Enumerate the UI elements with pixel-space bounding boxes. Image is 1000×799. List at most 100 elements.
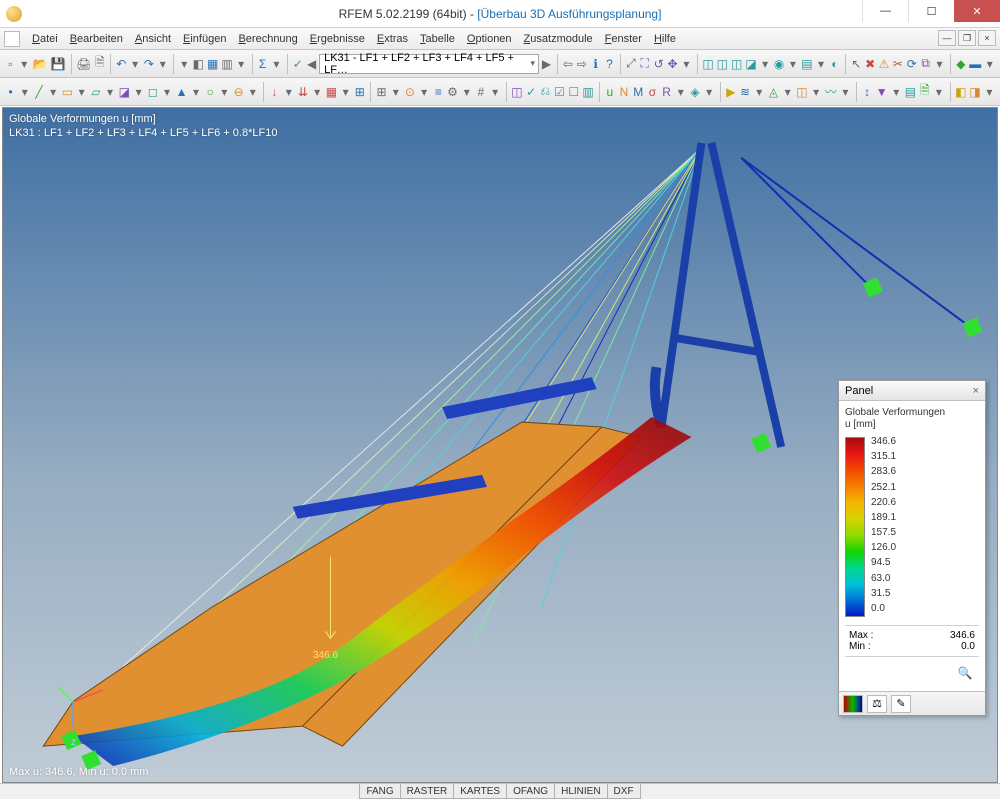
select-button[interactable]: ↖ [850, 53, 863, 75]
statusbar-dxf[interactable]: DXF [608, 784, 641, 799]
save-button[interactable]: 💾 [50, 53, 67, 75]
check4-button[interactable]: ☐ [567, 81, 580, 103]
opening-dropdown[interactable]: ▾ [160, 81, 173, 103]
undo-dropdown[interactable]: ▾ [129, 53, 142, 75]
mdi-restore-button[interactable]: ❐ [958, 30, 976, 46]
mdi-minimize-button[interactable]: — [938, 30, 956, 46]
zoom-window-button[interactable]: ⤢ [624, 53, 637, 75]
menu-bearbeiten[interactable]: Bearbeiten [64, 31, 129, 47]
section-result-dropdown[interactable]: ▾ [810, 81, 823, 103]
opening-button[interactable]: ◻ [146, 81, 159, 103]
node-dropdown[interactable]: ▾ [18, 81, 31, 103]
filter-dropdown[interactable]: ▾ [890, 81, 903, 103]
config-button[interactable]: ⚙ [446, 81, 459, 103]
results-r-button[interactable]: R [660, 81, 673, 103]
filter-button[interactable]: ▼ [875, 81, 889, 103]
diagram-button[interactable]: ▤ [904, 81, 917, 103]
results-n-button[interactable]: N [617, 81, 630, 103]
menu-zusatzmodule[interactable]: Zusatzmodule [518, 31, 599, 47]
print-preview-button[interactable]: 🗎 [93, 53, 106, 75]
line-load-button[interactable]: ⇊ [296, 81, 309, 103]
print-button[interactable]: 🖨 [75, 53, 92, 75]
view-x-button[interactable]: ◫ [701, 53, 714, 75]
solid-dropdown[interactable]: ▾ [132, 81, 145, 103]
snap-dropdown[interactable]: ▾ [418, 81, 431, 103]
contour-dropdown[interactable]: ▾ [753, 81, 766, 103]
render-button[interactable]: ◉ [773, 53, 786, 75]
menu-ergebnisse[interactable]: Ergebnisse [304, 31, 371, 47]
undo-button[interactable]: ↶ [115, 53, 128, 75]
navigator-button[interactable]: ◧ [192, 53, 205, 75]
member-dropdown[interactable]: ▾ [75, 81, 88, 103]
open-button[interactable]: 📂 [32, 53, 49, 75]
print-result-dropdown[interactable]: ▾ [932, 81, 945, 103]
view-z-button[interactable]: ◫ [730, 53, 743, 75]
load-dropdown[interactable]: ▾ [282, 81, 295, 103]
menu-fenster[interactable]: Fenster [599, 31, 648, 47]
panel-dropdown[interactable]: ▾ [235, 53, 248, 75]
results-dropdown[interactable]: ▾ [674, 81, 687, 103]
delete-button[interactable]: ✖ [864, 53, 877, 75]
iso-button[interactable]: ◬ [767, 81, 780, 103]
iso-dropdown[interactable]: ▾ [781, 81, 794, 103]
menu-optionen[interactable]: Optionen [461, 31, 518, 47]
calculate-button[interactable]: Σ [256, 53, 269, 75]
menu-extras[interactable]: Extras [371, 31, 414, 47]
redo-dropdown[interactable]: ▾ [156, 53, 169, 75]
material-button[interactable]: ◆ [954, 53, 967, 75]
results-on-button[interactable]: ✓ [291, 53, 304, 75]
render-dropdown[interactable]: ▾ [786, 53, 799, 75]
panel-zoom-button[interactable]: 🔍 [955, 663, 975, 683]
view-y-button[interactable]: ◫ [716, 53, 729, 75]
surface-dropdown[interactable]: ▾ [103, 81, 116, 103]
statusbar-kartes[interactable]: KARTES [454, 784, 507, 799]
results-u-button[interactable]: u [603, 81, 616, 103]
module-button[interactable]: ◧ [954, 81, 967, 103]
check-button[interactable]: ✓ [525, 81, 538, 103]
load-button[interactable]: ↓ [268, 81, 281, 103]
menu-datei[interactable]: Datei [26, 31, 64, 47]
help-button[interactable]: ? [603, 53, 616, 75]
prev-loadcase-button[interactable]: ◀ [305, 53, 318, 75]
calculate-dropdown[interactable]: ▾ [270, 53, 283, 75]
panel-close-button[interactable]: × [973, 385, 979, 397]
line-button[interactable]: ╱ [32, 81, 45, 103]
view-iso-button[interactable]: ◪ [744, 53, 757, 75]
zoom-all-button[interactable]: ⛶ [638, 53, 651, 75]
solid-button[interactable]: ◪ [118, 81, 131, 103]
new-doc-button[interactable]: ▫ [4, 53, 17, 75]
section-result-button[interactable]: ◫ [795, 81, 808, 103]
module2-button[interactable]: ◨ [968, 81, 981, 103]
nav-next-button[interactable]: ⇨ [575, 53, 588, 75]
window-list-button[interactable]: ▾ [178, 53, 191, 75]
wireframe-dropdown[interactable]: ▾ [815, 53, 828, 75]
hinge-dropdown[interactable]: ▾ [218, 81, 231, 103]
support-button[interactable]: ▲ [175, 81, 189, 103]
print-result-button[interactable]: 🗎 [918, 81, 931, 103]
layer-button[interactable]: ≡ [432, 81, 445, 103]
area-load-button[interactable]: ▦ [325, 81, 338, 103]
release-button[interactable]: ⊖ [232, 81, 245, 103]
rotate-dropdown[interactable]: ▾ [680, 53, 693, 75]
rotate-obj-button[interactable]: ⟳ [905, 53, 918, 75]
section-button[interactable]: ▬ [968, 53, 982, 75]
mdi-close-button[interactable]: × [978, 30, 996, 46]
menu-ansicht[interactable]: Ansicht [129, 31, 177, 47]
units-dropdown[interactable]: ▾ [488, 81, 501, 103]
release-dropdown[interactable]: ▾ [246, 81, 259, 103]
module2-dropdown[interactable]: ▾ [983, 81, 996, 103]
close-button[interactable]: ✕ [954, 0, 1000, 22]
results6-button[interactable]: ◈ [688, 81, 701, 103]
zoom-prev-button[interactable]: ↺ [652, 53, 665, 75]
warning-button[interactable]: ⚠ [878, 53, 891, 75]
scale-button[interactable]: ↕ [861, 81, 874, 103]
snap-button[interactable]: ⊙ [403, 81, 416, 103]
results6-dropdown[interactable]: ▾ [703, 81, 716, 103]
results-s-button[interactable]: σ [646, 81, 659, 103]
panel-button[interactable]: ▥ [220, 53, 233, 75]
statusbar-hlinien[interactable]: HLINIEN [555, 784, 607, 799]
contour-button[interactable]: ≋ [738, 81, 751, 103]
area-load-dropdown[interactable]: ▾ [339, 81, 352, 103]
line-load-dropdown[interactable]: ▾ [311, 81, 324, 103]
hinge-button[interactable]: ○ [204, 81, 217, 103]
